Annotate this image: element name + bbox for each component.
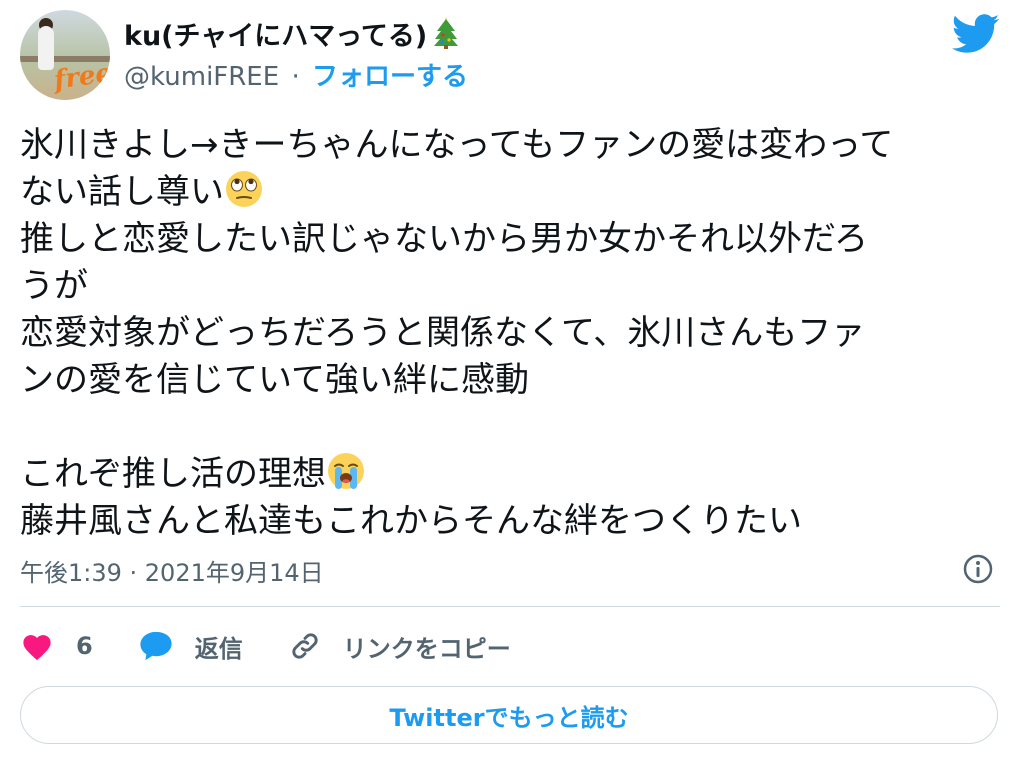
link-icon	[292, 633, 318, 659]
tweet-line: これぞ推し活の理想	[20, 454, 326, 494]
copy-link-label: リンクをコピー	[342, 634, 511, 663]
face-with-rolling-eyes-emoji-icon	[224, 169, 264, 209]
tweet-line: 藤井風さんと私達もこれからそんな絆をつくりたい	[20, 501, 802, 541]
reply-button[interactable]: 返信	[139, 629, 243, 664]
embedded-tweet: free ku(チャイにハマってる) @kumiFREE · フォローする 氷川…	[0, 0, 1024, 768]
like-button[interactable]: 6	[20, 631, 93, 661]
loudly-crying-face-emoji-icon	[326, 451, 366, 491]
divider	[20, 606, 1000, 607]
tweet-line: うが	[20, 266, 88, 306]
tweet-text: 氷川きよし→きーちゃんになってもファンの愛は変わって ない話し尊い 推しと恋愛し…	[20, 122, 1010, 545]
follow-link[interactable]: フォローする	[312, 62, 468, 92]
like-count: 6	[76, 632, 93, 660]
tweet-line: ンの愛を信じていて強い絆に感動	[20, 360, 529, 400]
tweet-line: ない話し尊い	[20, 172, 224, 212]
action-bar: 6 返信 リンクをコピー	[20, 626, 557, 666]
read-more-button[interactable]: Twitterでもっと読む	[20, 686, 998, 744]
tweet-timestamp[interactable]: 午後1:39 · 2021年9月14日	[20, 553, 324, 588]
info-icon[interactable]	[962, 553, 994, 585]
tweet-line: 推しと恋愛したい訳じゃないから男か女かそれ以外だろ	[20, 219, 868, 259]
separator-dot: ·	[291, 62, 300, 92]
heart-icon	[23, 635, 51, 661]
twitter-bird-icon[interactable]	[952, 14, 1000, 54]
avatar[interactable]: free	[20, 10, 110, 100]
handle-row: @kumiFREE · フォローする	[124, 56, 468, 93]
reply-bubble-icon	[140, 631, 172, 661]
tweet-line: 氷川きよし→きーちゃんになってもファンの愛は変わって	[20, 125, 894, 165]
christmas-tree-icon	[433, 17, 459, 56]
avatar-logo-text: free	[52, 58, 110, 96]
reply-label: 返信	[194, 634, 243, 663]
tweet-line: 恋愛対象がどっちだろうと関係なくて、氷川さんもファ	[20, 313, 866, 353]
display-name-text: ku(チャイにハマってる)	[124, 21, 428, 52]
user-handle[interactable]: @kumiFREE	[124, 62, 279, 92]
avatar-person-shape	[38, 26, 54, 70]
display-name[interactable]: ku(チャイにハマってる)	[124, 14, 459, 56]
copy-link-button[interactable]: リンクをコピー	[289, 629, 511, 664]
